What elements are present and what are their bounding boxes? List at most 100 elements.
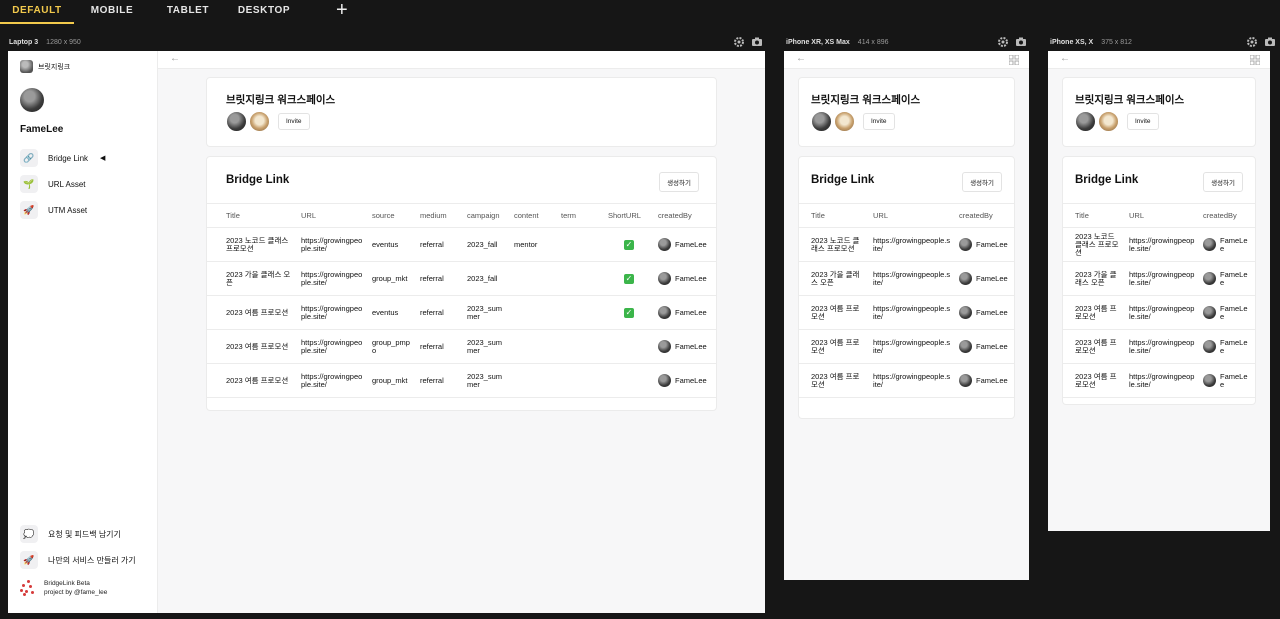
device-name: iPhone XR, XS Max (786, 38, 850, 46)
sidebar-item-label: URL Asset (48, 179, 86, 189)
source-cell: group_mkt (368, 261, 416, 296)
created-by-cell: FameLee (1199, 329, 1255, 364)
table-row[interactable]: 2023 여름 프로모션 https://growingpeople.site/e… (207, 295, 716, 330)
member-list: Invite (226, 111, 310, 132)
url-cell: https://growingpeople.site/ (297, 329, 368, 364)
source-cell: eventus (368, 227, 416, 262)
add-tab-plus-icon[interactable]: + (336, 0, 348, 24)
table-row[interactable]: 2023 여름 프로모션 https://growingpeople.site/F… (1063, 295, 1255, 330)
tab-default[interactable]: DEFAULT (0, 0, 74, 24)
medium-cell: referral (416, 329, 463, 364)
avatar (658, 374, 671, 387)
sidebar-item-url-asset[interactable]: 🌱 URL Asset (20, 171, 105, 197)
device-size: 414 x 896 (857, 38, 889, 46)
avatar (1203, 306, 1216, 319)
tab-mobile[interactable]: MOBILE (74, 0, 150, 24)
sidebar-nav: 🔗 Bridge Link ◀ 🌱 URL Asset 🚀 UTM Asset (20, 145, 105, 223)
sidebar-item-feedback[interactable]: 💭 요청 및 피드백 남기기 (20, 521, 136, 547)
column-header: createdBy (955, 203, 1014, 228)
iphone-xs-frame: ← 브릿지링크 워크스페이스 Invite Bridge Link 생성하기 T… (1048, 51, 1270, 531)
camera-icon[interactable] (1264, 36, 1276, 48)
table-row[interactable]: 2023 가을 클래스 오픈 https://growingpeople.site… (207, 261, 716, 296)
grid-icon[interactable] (1250, 55, 1260, 65)
gear-icon[interactable] (997, 36, 1009, 48)
sidebar-item-label: 나만의 서비스 만들러 가기 (48, 555, 136, 565)
column-header: ShortURL (604, 203, 654, 228)
sidebar-item-label: Bridge Link (48, 153, 89, 163)
table-row[interactable]: 2023 여름 프로모션 https://growingpeople.site/F… (799, 295, 1014, 330)
url-cell: https://growingpeople.site/ (1125, 295, 1199, 330)
bridge-link-card: Bridge Link 생성하기 Title URL createdBy 2023 … (1062, 156, 1256, 405)
back-arrow-icon[interactable]: ← (170, 53, 180, 64)
sidebar-item-utm-asset[interactable]: 🚀 UTM Asset (20, 197, 105, 223)
campaign-cell: 2023_summer (463, 363, 510, 398)
invite-button[interactable]: Invite (863, 113, 895, 130)
creator-name: FameLee (976, 375, 1008, 385)
camera-icon[interactable] (1015, 36, 1027, 48)
table-row[interactable]: 2023 여름 프로모션 https://growingpeople.site/g… (207, 329, 716, 364)
created-by-cell: FameLee (1199, 227, 1255, 262)
table-row[interactable]: 2023 여름 프로모션 https://growingpeople.site/F… (799, 329, 1014, 364)
title-cell: 2023 노코드 클래스 프로모션 (1063, 227, 1125, 262)
table-row[interactable]: 2023 노코드 클래스 프로모션 https://growingpeople.s… (207, 227, 716, 262)
source-cell: group_pmpo (368, 329, 416, 364)
sidebar-item-label: UTM Asset (48, 205, 88, 215)
main-content: ← 브릿지링크 워크스페이스 Invite Bridge Link 생성하기 T… (158, 51, 765, 613)
back-arrow-icon[interactable]: ← (1060, 53, 1070, 64)
creator-name: FameLee (675, 307, 707, 317)
term-cell (557, 329, 604, 364)
tab-desktop[interactable]: DESKTOP (226, 0, 302, 24)
bridge-link-card: Bridge Link 생성하기 Title URL createdBy 2023 … (798, 156, 1015, 419)
user-name: FameLee (20, 124, 64, 135)
created-by-cell: FameLee (955, 261, 1014, 296)
created-by: FameLee (959, 238, 1010, 251)
table-row[interactable]: 2023 여름 프로모션 https://growingpeople.site/F… (1063, 363, 1255, 398)
created-by-cell: FameLee (654, 261, 716, 296)
avatar (1203, 272, 1216, 285)
table-row[interactable]: 2023 여름 프로모션 https://growingpeople.site/g… (207, 363, 716, 398)
back-arrow-icon[interactable]: ← (796, 53, 806, 64)
created-by-cell: FameLee (654, 295, 716, 330)
table-row[interactable]: 2023 여름 프로모션 https://growingpeople.site/F… (799, 363, 1014, 398)
avatar (658, 306, 671, 319)
title-cell: 2023 노코드 클래스 프로모션 (799, 227, 869, 262)
content-cell: mentor (510, 227, 557, 262)
url-cell: https://growingpeople.site/ (869, 329, 955, 364)
created-by: FameLee (658, 340, 712, 353)
source-cell: group_mkt (368, 363, 416, 398)
workspace-switcher[interactable]: 브릿지링크 (20, 60, 70, 73)
table-row[interactable]: 2023 여름 프로모션 https://growingpeople.site/F… (1063, 329, 1255, 364)
member-list: Invite (1075, 111, 1159, 132)
content-cell (510, 295, 557, 330)
invite-button[interactable]: Invite (1127, 113, 1159, 130)
create-button[interactable]: 생성하기 (1203, 172, 1243, 192)
creator-name: FameLee (675, 375, 707, 385)
table-row[interactable]: 2023 가을 클래스 오픈 https://growingpeople.site… (1063, 261, 1255, 296)
sidebar-item-make-service[interactable]: 🚀 나만의 서비스 만들러 가기 (20, 547, 136, 573)
back-bar: ← (158, 51, 765, 69)
table-row[interactable]: 2023 노코드 클래스 프로모션 https://growingpeople.s… (1063, 227, 1255, 262)
create-button[interactable]: 생성하기 (659, 172, 699, 192)
table-row[interactable]: 2023 노코드 클래스 프로모션 https://growingpeople.s… (799, 227, 1014, 262)
tab-tablet[interactable]: TABLET (150, 0, 226, 24)
table-header-row: Title URL createdBy (799, 203, 1014, 228)
iphone-xr-frame: ← 브릿지링크 워크스페이스 Invite Bridge Link 생성하기 T… (784, 51, 1029, 580)
created-by: FameLee (658, 272, 712, 285)
created-by-cell: FameLee (654, 227, 716, 262)
sidebar-footer: 💭 요청 및 피드백 남기기 🚀 나만의 서비스 만들러 가기 BridgeLi… (20, 521, 136, 597)
gear-icon[interactable] (1246, 36, 1258, 48)
sidebar-item-bridge-link[interactable]: 🔗 Bridge Link ◀ (20, 145, 105, 171)
gear-icon[interactable] (733, 36, 745, 48)
camera-icon[interactable] (751, 36, 763, 48)
url-cell: https://growingpeople.site/ (1125, 329, 1199, 364)
create-button[interactable]: 생성하기 (962, 172, 1002, 192)
table-row[interactable]: 2023 가을 클래스 오픈 https://growingpeople.site… (799, 261, 1014, 296)
avatar (1203, 374, 1216, 387)
brand-logo-icon (20, 580, 36, 596)
medium-cell: referral (416, 227, 463, 262)
short-url-cell (604, 363, 654, 398)
grid-icon[interactable] (1009, 55, 1019, 65)
term-cell (557, 363, 604, 398)
invite-button[interactable]: Invite (278, 113, 310, 130)
column-header: medium (416, 203, 463, 228)
